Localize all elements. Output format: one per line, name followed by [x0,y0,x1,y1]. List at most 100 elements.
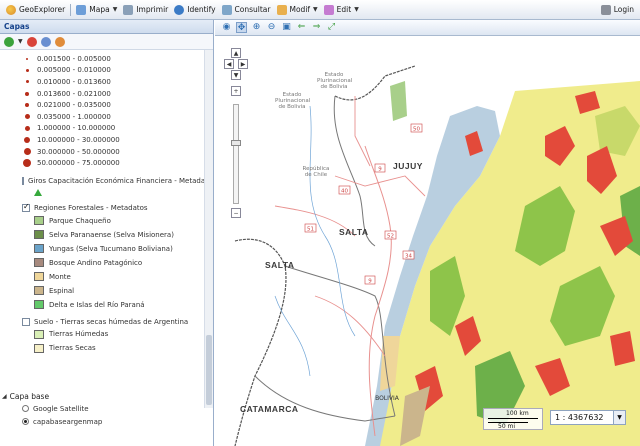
edit-menu-button[interactable]: Edit ▼ [321,2,362,18]
route-shield: 50 [410,123,423,133]
route-shield: 40 [338,185,351,195]
layer-tree: 0.001500 - 0.005000 0.005000 - 0.010000 … [0,50,204,408]
legend-row: 0.013600 - 0.021000 [22,88,204,100]
print-button[interactable]: Imprimir [120,2,171,18]
layer-label[interactable]: Suelo - Tierras secas húmedas de Argenti… [34,318,188,326]
base-option-argenmap[interactable]: capabaseargenmap [0,415,213,428]
edit-label: Edit [336,5,352,14]
zoom-out-button[interactable]: − [231,208,241,218]
pan-south-button[interactable]: ▼ [231,70,241,80]
identify-button[interactable]: Identify [171,2,218,18]
chevron-down-icon[interactable]: ▼ [18,38,23,45]
layer-node-giros: Giros Capacitación Económica Financiera … [0,169,204,198]
layer-properties-icon[interactable] [40,36,51,47]
globe-icon[interactable]: ◉ [221,22,232,33]
legend-row: 0.035000 - 1.000000 [22,111,204,123]
map-menu-button[interactable]: Mapa ▼ [73,2,120,18]
query-icon [221,4,232,15]
legend-row: 0.001500 - 0.005000 [22,53,204,65]
radio-button[interactable] [22,418,29,425]
pan-east-button[interactable]: ▶ [238,59,248,69]
modify-menu-button[interactable]: Modif ▼ [274,2,321,18]
label-bolivia-2: Estado Plurinacional de Bolivia [317,72,353,90]
legend-swatch [34,272,44,282]
layer-label[interactable]: Regiones Forestales - Metadatos [34,204,148,212]
back-arrow-icon[interactable]: ⇐ [296,22,307,33]
legend-row: Espinal [34,284,204,298]
add-layer-icon[interactable] [4,36,14,47]
layer-label[interactable]: Giros Capacitación Económica Financiera … [28,177,204,185]
legend-row: Selva Paranaense (Selva Misionera) [34,228,204,242]
geoexplorer-icon [6,4,16,15]
legend-swatch [34,300,44,310]
svg-text:9: 9 [368,279,372,285]
layer-checkbox[interactable] [22,317,30,326]
zoom-extent-icon[interactable]: ⤢ [326,22,337,33]
legend-row: Parque Chaqueño [34,214,204,228]
info-icon [174,4,185,15]
login-icon [600,4,611,15]
chevron-down-icon[interactable]: ▼ [613,411,625,424]
legend-swatch [34,258,44,268]
label-salta-province: SALTA [265,260,295,270]
zoom-box-icon[interactable]: ▣ [281,22,292,33]
map-menu-label: Mapa [89,5,110,14]
legend-row: 0.021000 - 0.035000 [22,99,204,111]
route-shield: 9 [364,275,376,285]
scale-top-label: 100 km [506,410,529,417]
legend-swatch [34,343,44,353]
map-toolbar: ◉ ✥ ⊕ ⊖ ▣ ⇐ ⇒ ⤢ [215,20,640,36]
remove-layer-icon[interactable] [26,36,37,47]
svg-text:34: 34 [405,254,412,260]
legend-row: Bosque Andino Patagónico [34,256,204,270]
legend-row: Yungas (Selva Tucumano Boliviana) [34,242,204,256]
pan-icon[interactable]: ✥ [236,22,247,33]
zoom-in-icon[interactable]: ⊕ [251,22,262,33]
map-viewport[interactable]: ◉ ✥ ⊕ ⊖ ▣ ⇐ ⇒ ⤢ 9 40 51 52 9 34 50 JUJUY… [215,20,640,446]
label-chile: República de Chile [302,166,330,178]
login-label: Login [613,5,634,14]
pencil-icon [276,4,287,15]
map-icon [76,4,87,15]
app-name: GeoExplorer [19,5,66,14]
legend-row: 50.000000 - 75.000000 [22,157,204,169]
printer-icon [123,4,134,15]
layer-tree-scrollbar[interactable] [204,50,213,408]
pan-west-button[interactable]: ◀ [224,59,234,69]
zoom-out-icon[interactable]: ⊖ [266,22,277,33]
layers-panel-title: Capas [0,20,213,34]
scale-ratio-select[interactable]: 1 : 4367632 ▼ [550,410,626,425]
legend-row: Tierras Secas [34,341,204,355]
legend-row: 10.000000 - 30.000000 [22,134,204,146]
layer-checkbox[interactable] [22,176,24,185]
label-jujuy: JUJUY [393,161,423,171]
scale-ratio-value: 1 : 4367632 [555,413,604,422]
route-shield: 52 [384,230,397,240]
layers-panel-tools: ▼ [0,34,213,50]
base-layers-title: Capa base [9,391,50,401]
zoom-in-button[interactable]: + [231,86,241,96]
bolivia-green [390,81,407,121]
legend-swatch [34,230,44,240]
forward-arrow-icon[interactable]: ⇒ [311,22,322,33]
login-button[interactable]: Login [598,2,637,18]
base-option-google[interactable]: Google Satellite [0,402,213,415]
zoom-slider-thumb[interactable] [231,140,241,146]
radio-button[interactable] [22,405,29,412]
route-shield: 51 [304,223,317,233]
collapse-icon[interactable]: ◢ [2,393,7,400]
label-bolivia-bottom: BOLIVIA [375,395,399,402]
range-legend: 0.001500 - 0.005000 0.005000 - 0.010000 … [0,50,204,169]
layer-checkbox[interactable] [22,202,30,212]
label-salta-city: SALTA [339,227,369,237]
layer-styles-icon[interactable] [54,36,65,47]
layers-panel: Capas ▼ 0.001500 - 0.005000 0.005000 - 0… [0,20,214,446]
query-button[interactable]: Consultar [219,2,274,18]
zoom-slider[interactable] [231,104,241,204]
legend-swatch [34,216,44,226]
query-label: Consultar [234,5,271,14]
base-layers: ◢ Capa base Google Satellite capabasearg… [0,390,213,428]
legend-swatch [34,329,44,339]
chevron-down-icon: ▼ [313,6,318,13]
pan-north-button[interactable]: ▲ [231,48,241,58]
